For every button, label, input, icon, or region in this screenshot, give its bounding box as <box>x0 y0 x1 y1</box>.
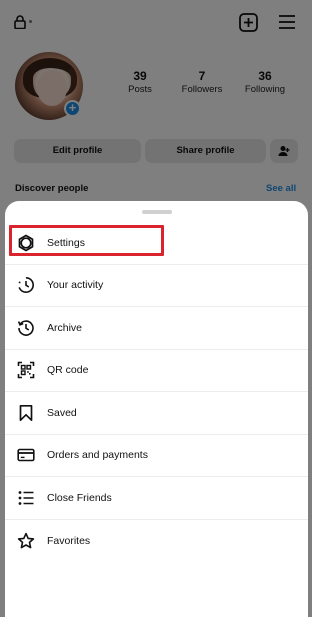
menu-item-settings[interactable]: Settings <box>5 222 308 265</box>
menu-item-label: Your activity <box>47 279 104 292</box>
menu-item-your-activity[interactable]: Your activity <box>5 265 308 307</box>
menu-item-label: Saved <box>47 406 77 419</box>
menu-item-qr-code[interactable]: QR code <box>5 350 308 392</box>
menu-item-label: Archive <box>47 321 83 334</box>
screen: + 39 Posts 7 Followers 36 Following Edit… <box>0 0 312 617</box>
menu-item-close-friends[interactable]: Close Friends <box>5 477 308 520</box>
menu-item-saved[interactable]: Saved <box>5 392 308 435</box>
activity-icon <box>16 275 36 295</box>
menu-item-orders-and-payments[interactable]: Orders and payments <box>5 435 308 477</box>
card-icon <box>16 445 36 465</box>
qr-code-icon <box>16 360 36 380</box>
sheet-drag-handle[interactable] <box>142 210 172 214</box>
bookmark-icon <box>16 403 36 423</box>
menu-item-archive[interactable]: Archive <box>5 307 308 350</box>
options-bottom-sheet: Settings Your activity Archive QR code S… <box>5 201 308 617</box>
menu-item-label: Close Friends <box>47 491 112 504</box>
settings-gear-icon <box>16 233 36 253</box>
menu-item-label: Favorites <box>47 534 91 547</box>
menu-item-label: Orders and payments <box>47 449 148 462</box>
options-menu: Settings Your activity Archive QR code S… <box>5 222 308 562</box>
menu-item-label: QR code <box>47 364 89 377</box>
archive-icon <box>16 318 36 338</box>
menu-item-favorites[interactable]: Favorites <box>5 520 308 563</box>
list-icon <box>16 488 36 508</box>
star-icon <box>16 531 36 551</box>
menu-item-label: Settings <box>47 236 85 249</box>
